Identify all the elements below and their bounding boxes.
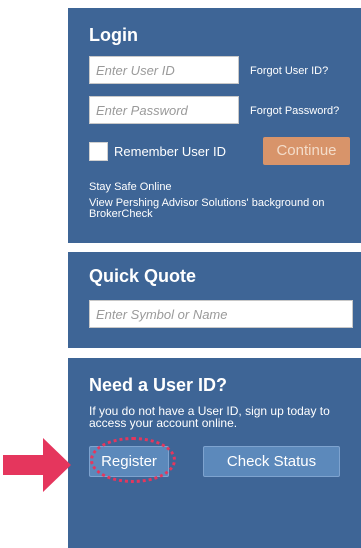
need-user-id-panel: Need a User ID? If you do not have a Use… — [68, 358, 361, 548]
pointer-arrow-icon — [3, 438, 71, 492]
need-user-id-title: Need a User ID? — [89, 375, 228, 395]
quick-quote-title: Quick Quote — [89, 266, 197, 286]
password-input[interactable] — [89, 96, 239, 124]
user-id-input[interactable] — [89, 56, 239, 84]
symbol-search-input[interactable] — [89, 300, 353, 328]
login-title: Login — [89, 25, 138, 45]
need-user-id-description: If you do not have a User ID, sign up to… — [89, 404, 330, 430]
forgot-user-id-link[interactable]: Forgot User ID? — [250, 65, 328, 77]
quick-quote-panel: Quick Quote — [68, 252, 361, 348]
continue-button[interactable]: Continue — [263, 137, 350, 165]
register-button[interactable]: Register — [89, 446, 169, 477]
check-status-button[interactable]: Check Status — [203, 446, 340, 477]
login-panel: Login Forgot User ID? Forgot Password? R… — [68, 8, 361, 243]
stay-safe-online-link[interactable]: Stay Safe Online — [89, 182, 172, 193]
brokercheck-link-line2[interactable]: BrokerCheck — [89, 209, 153, 220]
remember-user-id-checkbox[interactable] — [89, 142, 108, 161]
forgot-password-link[interactable]: Forgot Password? — [250, 105, 339, 117]
remember-user-id-label: Remember User ID — [114, 144, 226, 159]
